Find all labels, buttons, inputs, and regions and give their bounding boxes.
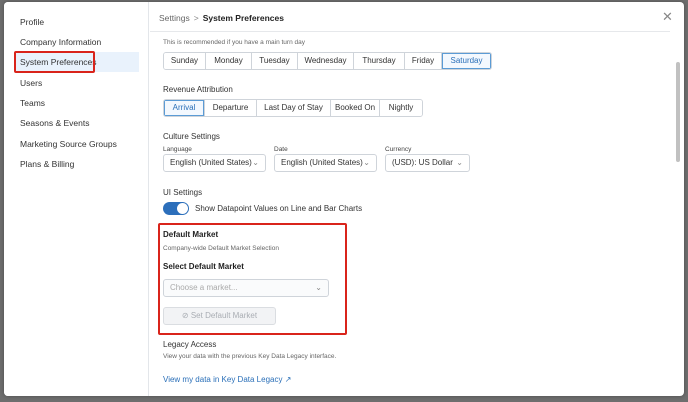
external-link-icon: ↗ bbox=[284, 375, 292, 384]
breadcrumb-settings[interactable]: Settings bbox=[159, 13, 190, 23]
sidebar-item-users[interactable]: Users bbox=[16, 73, 139, 93]
sidebar-item-marketing-source-groups[interactable]: Marketing Source Groups bbox=[16, 134, 139, 154]
chevron-down-icon: ⌄ bbox=[456, 158, 463, 167]
page-title: System Preferences bbox=[202, 13, 284, 23]
settings-modal: Profile Company Information System Prefe… bbox=[4, 2, 684, 396]
day-option-thursday[interactable]: Thursday bbox=[354, 53, 405, 69]
sidebar-item-teams[interactable]: Teams bbox=[16, 93, 139, 113]
revenue-option-departure[interactable]: Departure bbox=[205, 100, 257, 116]
breadcrumb: Settings > System Preferences bbox=[159, 13, 284, 23]
day-option-tuesday[interactable]: Tuesday bbox=[252, 53, 298, 69]
week-start-hint: This is recommended if you have a main t… bbox=[163, 39, 305, 46]
revenue-option-last-day-of-stay[interactable]: Last Day of Stay bbox=[257, 100, 331, 116]
legacy-access-hint: View your data with the previous Key Dat… bbox=[163, 353, 337, 360]
language-select-value: English (United States) bbox=[170, 158, 252, 167]
modal-header: Settings > System Preferences ✕ bbox=[150, 2, 673, 32]
chevron-down-icon: ⌄ bbox=[363, 158, 370, 167]
legacy-access-title: Legacy Access bbox=[163, 340, 217, 349]
ui-settings-title: UI Settings bbox=[163, 188, 203, 197]
sidebar-item-seasons-events[interactable]: Seasons & Events bbox=[16, 113, 139, 133]
date-label: Date bbox=[274, 146, 288, 153]
language-label: Language bbox=[163, 146, 192, 153]
date-select[interactable]: English (United States) ⌄ bbox=[274, 154, 377, 172]
currency-label: Currency bbox=[385, 146, 412, 153]
toggle-knob bbox=[177, 203, 188, 214]
date-select-value: English (United States) bbox=[281, 158, 363, 167]
revenue-attribution-title: Revenue Attribution bbox=[163, 85, 233, 94]
scrollbar-thumb[interactable] bbox=[676, 62, 680, 162]
chevron-down-icon: ⌄ bbox=[252, 158, 259, 167]
day-option-wednesday[interactable]: Wednesday bbox=[298, 53, 354, 69]
settings-main: Settings > System Preferences ✕ This is re… bbox=[150, 2, 684, 396]
sidebar-item-company-information[interactable]: Company Information bbox=[16, 32, 139, 52]
datapoint-values-toggle[interactable] bbox=[163, 202, 189, 215]
close-icon[interactable]: ✕ bbox=[662, 10, 673, 23]
revenue-attribution-selector: Arrival Departure Last Day of Stay Booke… bbox=[163, 99, 423, 117]
highlight-box-default-market bbox=[158, 223, 347, 335]
culture-settings-title: Culture Settings bbox=[163, 132, 220, 141]
sidebar-item-plans-billing[interactable]: Plans & Billing bbox=[16, 154, 139, 174]
language-select[interactable]: English (United States) ⌄ bbox=[163, 154, 266, 172]
currency-select-value: (USD): US Dollar bbox=[392, 158, 453, 167]
highlight-box-system-preferences bbox=[14, 51, 95, 73]
revenue-option-nightly[interactable]: Nightly bbox=[380, 100, 422, 116]
settings-content: This is recommended if you have a main t… bbox=[150, 32, 672, 396]
legacy-access-link[interactable]: View my data in Key Data Legacy ↗ bbox=[163, 375, 291, 384]
day-option-saturday[interactable]: Saturday bbox=[442, 53, 491, 69]
week-start-selector: Sunday Monday Tuesday Wednesday Thursday… bbox=[163, 52, 492, 70]
day-option-sunday[interactable]: Sunday bbox=[164, 53, 206, 69]
revenue-option-arrival[interactable]: Arrival bbox=[164, 100, 205, 116]
breadcrumb-separator: > bbox=[193, 13, 199, 23]
day-option-friday[interactable]: Friday bbox=[405, 53, 442, 69]
day-option-monday[interactable]: Monday bbox=[206, 53, 252, 69]
settings-sidebar: Profile Company Information System Prefe… bbox=[4, 2, 149, 396]
revenue-option-booked-on[interactable]: Booked On bbox=[331, 100, 380, 116]
sidebar-item-profile[interactable]: Profile bbox=[16, 12, 139, 32]
currency-select[interactable]: (USD): US Dollar ⌄ bbox=[385, 154, 470, 172]
datapoint-values-toggle-label: Show Datapoint Values on Line and Bar Ch… bbox=[195, 204, 363, 213]
legacy-access-link-text: View my data in Key Data Legacy bbox=[163, 375, 283, 384]
